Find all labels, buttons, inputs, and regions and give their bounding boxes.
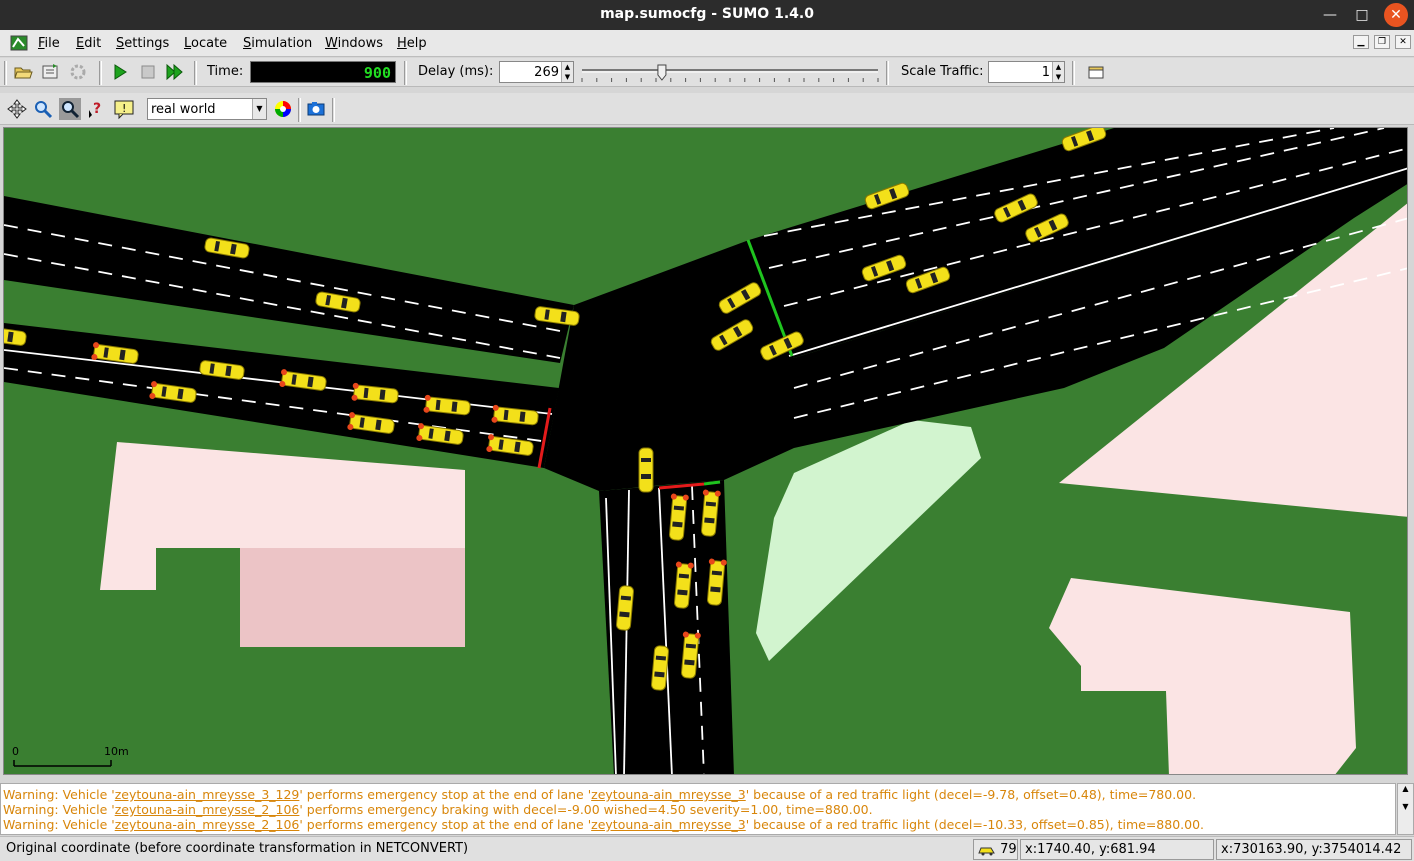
maximize-button[interactable]: □ bbox=[1350, 3, 1374, 27]
chevron-down-icon[interactable]: ▼ bbox=[252, 99, 266, 119]
step-icon[interactable] bbox=[163, 61, 185, 83]
menu-settings[interactable]: Settings bbox=[116, 36, 169, 51]
vehicle-link[interactable]: zeytouna-ain_mreysse_3_129 bbox=[115, 787, 300, 802]
green-light-south bbox=[703, 480, 721, 486]
menu-bar: File Edit Settings Locate Simulation Windows H… bbox=[0, 30, 1414, 57]
locate-junction-icon[interactable] bbox=[59, 98, 81, 120]
scale-zero-label: 0 bbox=[12, 745, 19, 758]
vehicle[interactable] bbox=[638, 447, 654, 493]
tooltip-icon[interactable]: ! bbox=[113, 98, 135, 120]
mdi-restore-button[interactable]: ❐ bbox=[1374, 35, 1390, 49]
viewport-scheme-select[interactable]: real world ▼ bbox=[147, 98, 267, 120]
close-button[interactable]: ✕ bbox=[1384, 3, 1408, 27]
reload-icon[interactable] bbox=[39, 61, 61, 83]
simulation-toolbar: Time: 900 Delay (ms): 269 ▲ ▼ Scale Traff… bbox=[0, 58, 1414, 87]
time-value: 900 bbox=[363, 64, 391, 82]
menu-locate[interactable]: Locate bbox=[184, 36, 227, 51]
scale-traffic-label: Scale Traffic: bbox=[901, 64, 984, 79]
menu-edit[interactable]: Edit bbox=[76, 36, 101, 51]
menu-windows[interactable]: Windows bbox=[325, 36, 383, 51]
vehicle-count-box: 79 bbox=[973, 839, 1018, 860]
vehicle-link[interactable]: zeytouna-ain_mreysse_2_106 bbox=[115, 817, 300, 832]
open-folder-icon[interactable] bbox=[12, 61, 34, 83]
menu-file[interactable]: File bbox=[38, 36, 60, 51]
minimize-button[interactable]: — bbox=[1318, 3, 1342, 27]
delay-spinner[interactable]: 269 ▲ ▼ bbox=[499, 61, 574, 83]
delay-slider[interactable] bbox=[580, 62, 880, 84]
warning-message: Warning: Vehicle 'zeytouna-ain_mreysse_3… bbox=[3, 787, 1197, 802]
delay-value: 269 bbox=[534, 65, 559, 80]
map-canvas[interactable]: 0 10m bbox=[4, 128, 1408, 775]
stop-icon[interactable] bbox=[137, 61, 159, 83]
time-label: Time: bbox=[207, 64, 244, 79]
lane-link[interactable]: zeytouna-ain_mreysse_3 bbox=[591, 787, 746, 802]
view-toolbar: ? ! real world ▼ bbox=[0, 93, 1414, 125]
delay-label: Delay (ms): bbox=[418, 64, 494, 79]
message-window[interactable]: Warning: Vehicle 'zeytouna-ain_mreysse_3… bbox=[0, 783, 1396, 835]
net-coordinate: x:1740.40, y:681.94 bbox=[1020, 839, 1214, 860]
network-view[interactable]: 0 10m bbox=[3, 127, 1408, 775]
park-area bbox=[756, 420, 981, 661]
status-bar: Original coordinate (before coordinate t… bbox=[0, 836, 1414, 861]
camera-icon[interactable] bbox=[305, 98, 327, 120]
svg-text:?: ? bbox=[93, 101, 101, 117]
lane-link[interactable]: zeytouna-ain_mreysse_3 bbox=[591, 817, 746, 832]
reload-gear-icon[interactable] bbox=[67, 61, 89, 83]
delay-spin-arrows[interactable]: ▲ ▼ bbox=[561, 62, 573, 82]
warning-message: Warning: Vehicle 'zeytouna-ain_mreysse_2… bbox=[3, 802, 873, 817]
vehicle-link[interactable]: zeytouna-ain_mreysse_2_106 bbox=[115, 802, 300, 817]
menu-help[interactable]: Help bbox=[397, 36, 427, 51]
color-wheel-icon[interactable] bbox=[272, 98, 294, 120]
scale-length-label: 10m bbox=[104, 745, 129, 758]
scale-traffic-spinner[interactable]: 1 ▲ ▼ bbox=[988, 61, 1065, 83]
delay-slider-thumb[interactable] bbox=[657, 64, 667, 81]
title-bar: map.sumocfg - SUMO 1.4.0 — □ ✕ bbox=[0, 0, 1414, 30]
car-icon bbox=[978, 847, 995, 855]
junction bbox=[544, 240, 794, 491]
help-pointer-icon[interactable]: ? bbox=[86, 98, 108, 120]
building-southeast bbox=[1049, 578, 1356, 774]
mdi-close-button[interactable]: ✕ bbox=[1395, 35, 1411, 49]
trip-icon[interactable] bbox=[1085, 61, 1107, 83]
building-west-annex bbox=[240, 548, 465, 647]
time-display: 900 bbox=[250, 61, 396, 83]
warning-message: Warning: Vehicle 'zeytouna-ain_mreysse_2… bbox=[3, 817, 1204, 832]
scale-bar: 0 10m bbox=[12, 745, 129, 767]
scale-spin-arrows[interactable]: ▲ ▼ bbox=[1052, 62, 1064, 82]
mdi-minimize-button[interactable]: ▁ bbox=[1353, 35, 1369, 49]
vehicle-count: 79 bbox=[1000, 842, 1017, 857]
geo-coordinate: x:730163.90, y:3754014.42 bbox=[1216, 839, 1412, 860]
play-icon[interactable] bbox=[109, 61, 131, 83]
scale-traffic-value: 1 bbox=[1041, 65, 1050, 80]
window-title: map.sumocfg - SUMO 1.4.0 bbox=[600, 6, 814, 22]
zoom-icon[interactable] bbox=[32, 98, 54, 120]
recenter-icon[interactable] bbox=[6, 98, 28, 120]
coordinate-info: Original coordinate (before coordinate t… bbox=[6, 841, 469, 856]
sumo-app-icon bbox=[10, 35, 28, 51]
viewport-scheme-value: real world bbox=[151, 102, 216, 117]
message-scrollbar[interactable]: ▲ ▼ bbox=[1397, 783, 1414, 835]
menu-simulation[interactable]: Simulation bbox=[243, 36, 312, 51]
svg-text:!: ! bbox=[122, 102, 126, 115]
